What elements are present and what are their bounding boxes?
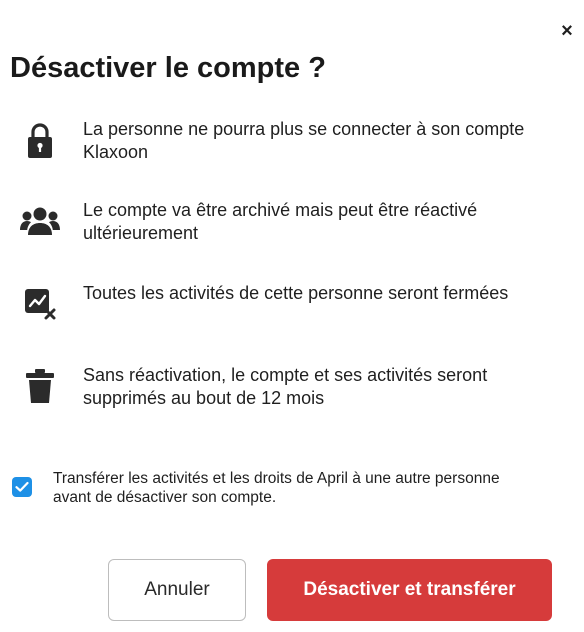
transfer-checkbox[interactable]	[12, 477, 32, 497]
cancel-button[interactable]: Annuler	[108, 559, 246, 621]
transfer-option: Transférer les activités et les droits d…	[10, 469, 550, 513]
close-icon[interactable]: ×	[557, 21, 577, 41]
lock-icon	[20, 118, 60, 162]
info-item-text: Le compte va être archivé mais peut être…	[83, 200, 478, 243]
info-item-deletion: Sans réactivation, le compte et ses acti…	[20, 364, 560, 414]
info-item-text: La personne ne pourra plus se connecter …	[83, 119, 525, 162]
info-item-text: Toutes les activités de cette personne s…	[83, 283, 509, 303]
activity-closed-icon	[20, 282, 60, 326]
info-item-archive: Le compte va être archivé mais peut être…	[20, 199, 560, 249]
info-item-activities: Toutes les activités de cette personne s…	[20, 282, 560, 332]
info-item-login: La personne ne pourra plus se connecter …	[20, 118, 560, 168]
checkmark-icon	[15, 481, 29, 492]
trash-icon	[20, 364, 60, 408]
users-icon	[20, 199, 60, 243]
info-item-text: Sans réactivation, le compte et ses acti…	[83, 365, 488, 408]
transfer-checkbox-label[interactable]: Transférer les activités et les droits d…	[53, 469, 523, 507]
deactivate-transfer-button[interactable]: Désactiver et transférer	[267, 559, 552, 621]
dialog-title: Désactiver le compte ?	[10, 52, 326, 84]
